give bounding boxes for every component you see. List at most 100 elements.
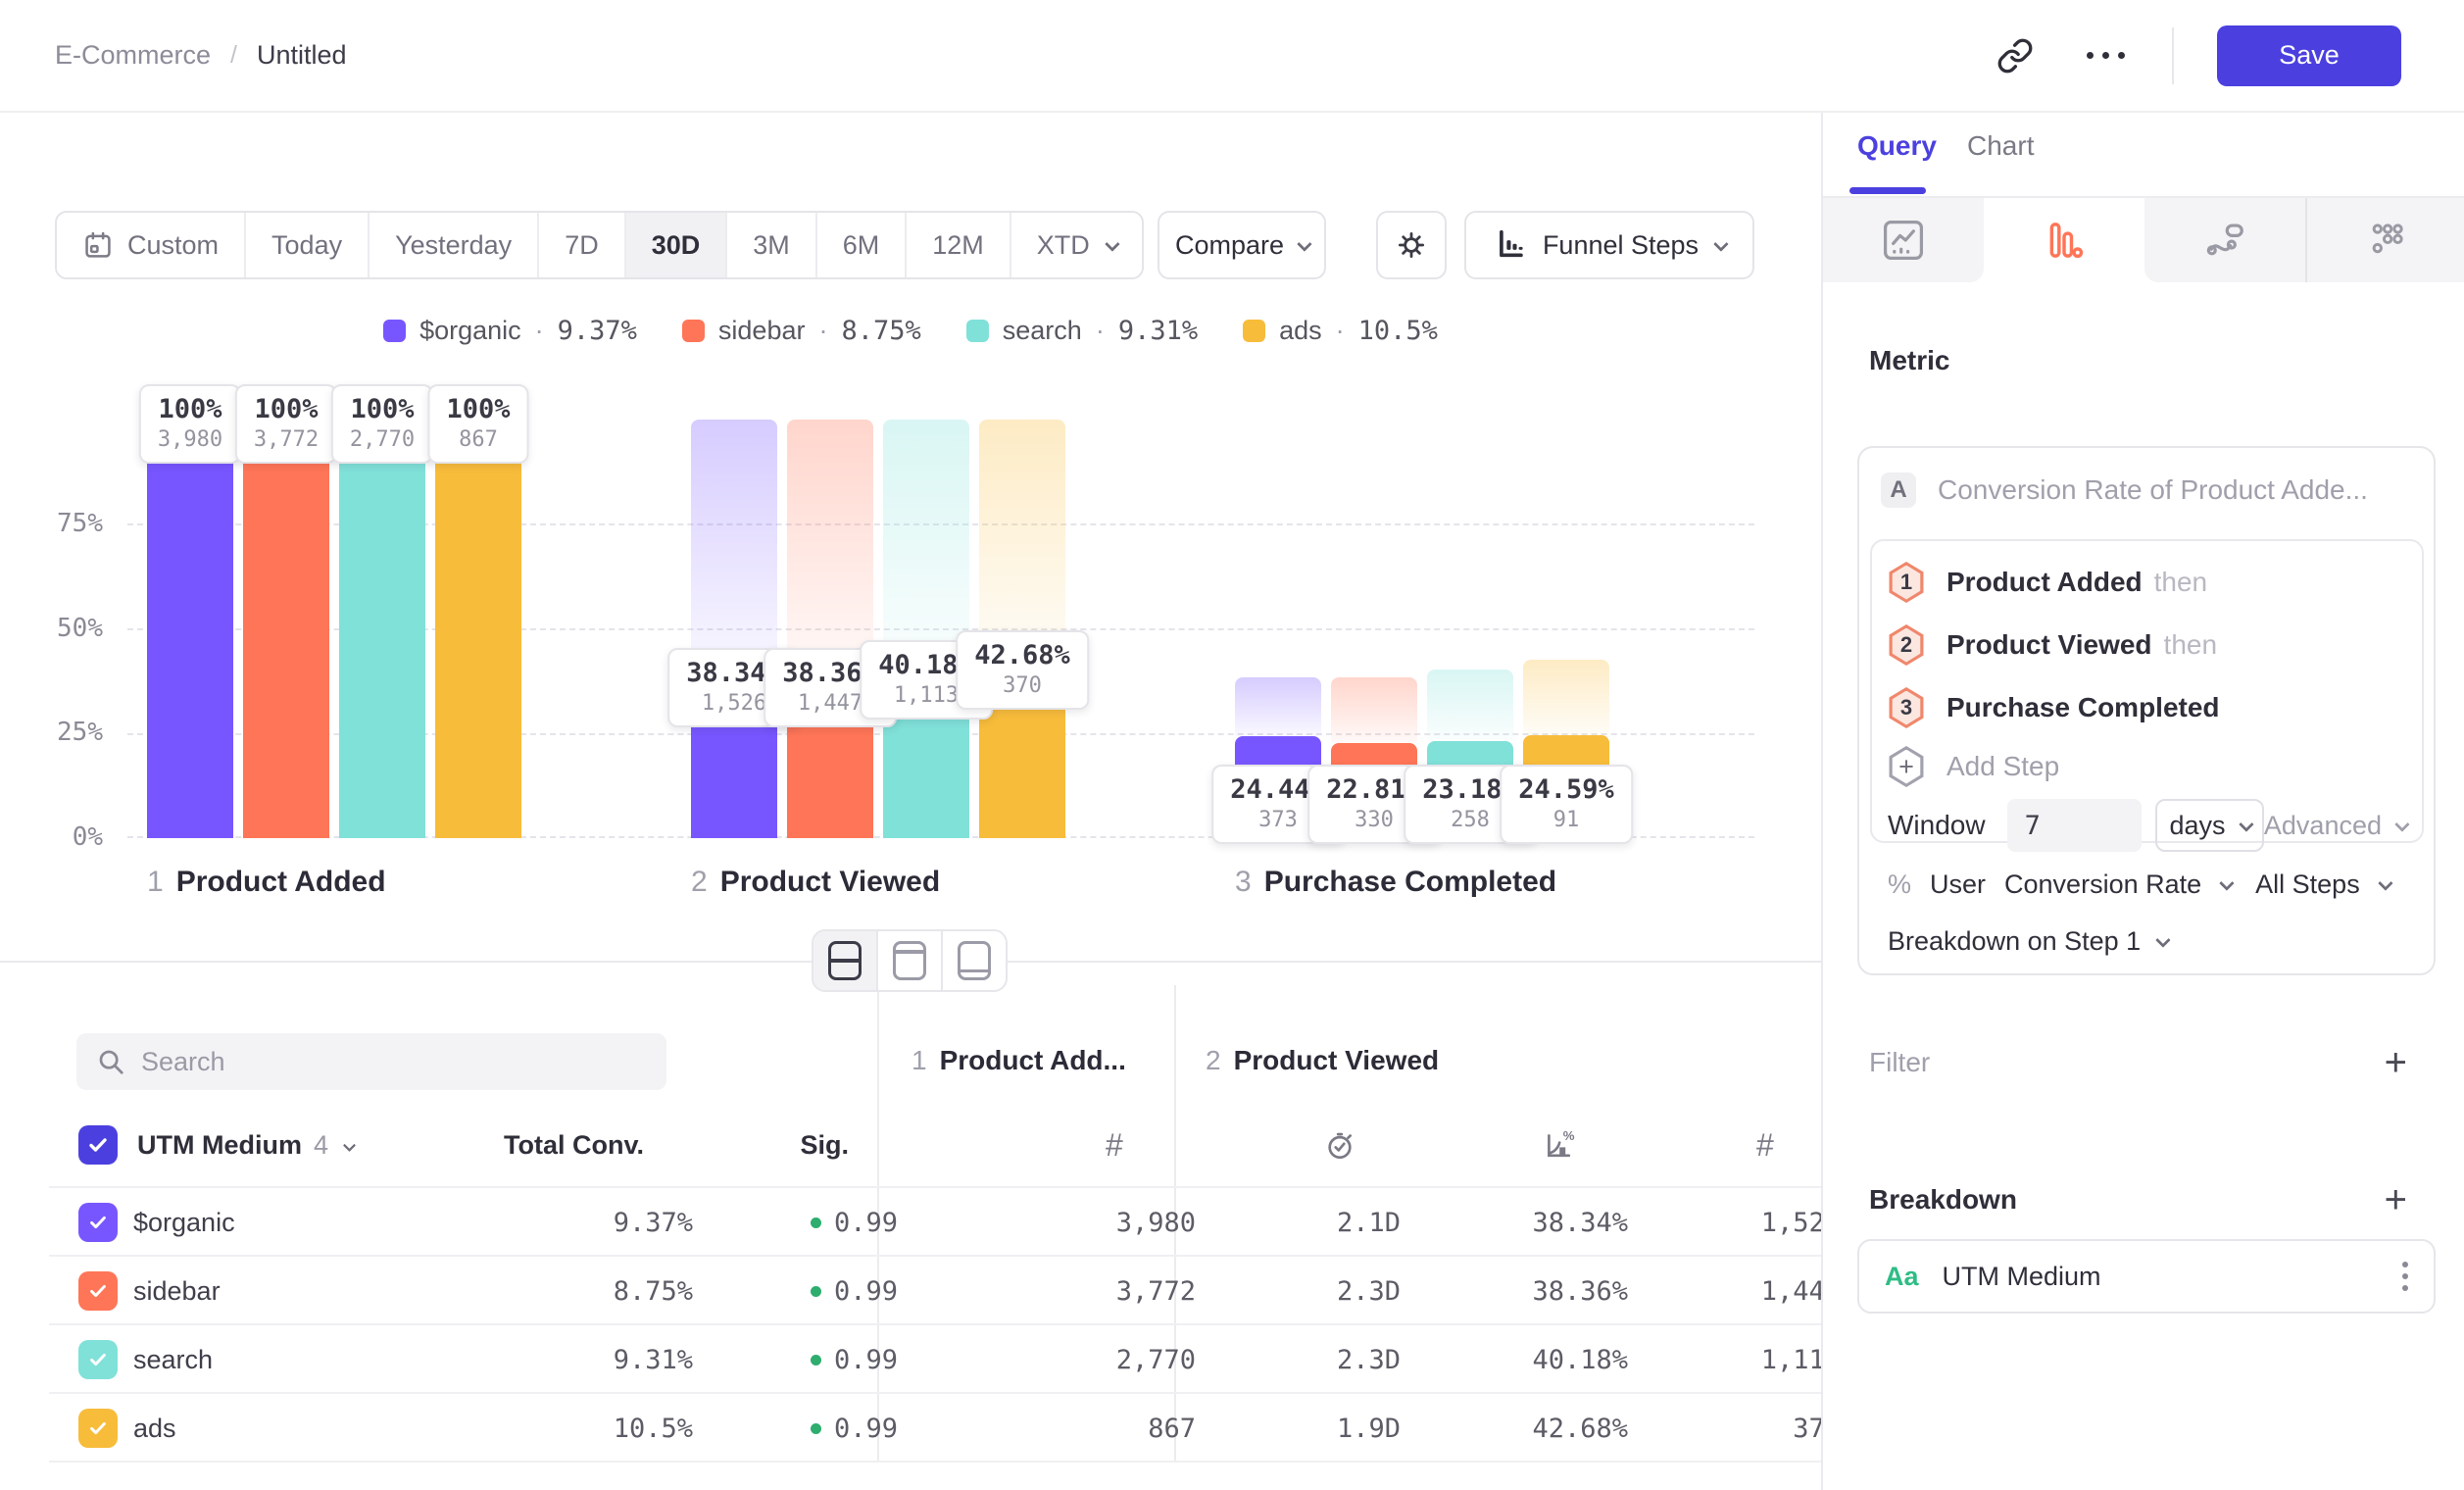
range-30d-selected[interactable]: 30D xyxy=(624,213,726,277)
layout-table-focus-button[interactable] xyxy=(941,931,1006,990)
funnel-chart-plot: 100%3,980 100%3,772 100%2,770 100%867 38… xyxy=(127,420,1754,838)
chart-settings-button[interactable] xyxy=(1376,211,1447,279)
advanced-toggle[interactable]: Advanced xyxy=(2264,811,2406,841)
table-column-step2[interactable]: 2Product Viewed xyxy=(1206,1045,1439,1076)
sig-header[interactable]: Sig. xyxy=(741,1118,849,1172)
row-checkbox[interactable] xyxy=(78,1203,118,1242)
funnel-bar[interactable]: 100%3,980 xyxy=(147,420,233,838)
share-link-button[interactable] xyxy=(1992,32,2039,79)
legend-item-sidebar[interactable]: sidebar·8.75% xyxy=(682,316,921,346)
step-number-badge: 3 xyxy=(1888,687,1925,728)
step-row-3[interactable]: 3 Purchase Completed xyxy=(1888,676,2422,739)
funnel-bar[interactable]: 38.34%1,526 xyxy=(691,420,777,838)
measure-type-dropdown[interactable]: Conversion Rate xyxy=(2004,869,2201,900)
add-breakdown-button[interactable]: + xyxy=(2385,1180,2407,1219)
save-button[interactable]: Save xyxy=(2217,25,2401,86)
range-6m[interactable]: 6M xyxy=(815,213,906,277)
chevron-down-icon xyxy=(2394,817,2410,832)
row-checkbox[interactable] xyxy=(78,1340,118,1379)
tab-insights-chart[interactable] xyxy=(1823,198,1984,282)
kebab-menu-icon[interactable] xyxy=(2402,1262,2408,1291)
chevron-down-icon xyxy=(1297,236,1312,252)
table-row-ads[interactable]: ads 10.5% 0.99 867 1.9D 42.68% 370 xyxy=(49,1394,1821,1463)
row-checkbox[interactable] xyxy=(78,1271,118,1311)
table-row-search[interactable]: search 9.31% 0.99 2,770 2.3D 40.18% 1,11… xyxy=(49,1325,1821,1394)
funnel-bar[interactable]: 38.36%1,447 xyxy=(787,420,873,838)
step-row-1[interactable]: 1 Product Addedthen xyxy=(1888,551,2422,614)
range-7d[interactable]: 7D xyxy=(537,213,624,277)
metric-card: A Conversion Rate of Product Adde... 1 P… xyxy=(1857,446,2436,975)
filter-section: Filter + xyxy=(1869,1039,2407,1086)
breakdown-section: Breakdown + xyxy=(1869,1176,2407,1223)
legend-item-ads[interactable]: ads·10.5% xyxy=(1243,316,1438,346)
table-row-sidebar[interactable]: sidebar 8.75% 0.99 3,772 2.3D 38.36% 1,4… xyxy=(49,1257,1821,1325)
step-number-badge: 2 xyxy=(1888,624,1925,666)
count-metric-icon: # xyxy=(1106,1118,1123,1172)
chevron-down-icon xyxy=(1105,236,1120,252)
range-today[interactable]: Today xyxy=(244,213,368,277)
chart-type-tabs xyxy=(1823,196,2464,282)
group-by-header[interactable]: UTM Medium 4 xyxy=(137,1118,355,1172)
add-step-button[interactable]: + Add Step xyxy=(1888,739,2422,794)
window-unit-select[interactable]: days xyxy=(2155,799,2264,852)
legend-swatch xyxy=(1243,320,1265,342)
funnel-bar[interactable]: 100%2,770 xyxy=(339,420,425,838)
split-horizontal-icon xyxy=(828,941,862,980)
metric-title-row[interactable]: A Conversion Rate of Product Adde... xyxy=(1881,472,2368,508)
range-12m[interactable]: 12M xyxy=(905,213,1010,277)
funnel-bar[interactable]: 42.68%370 xyxy=(979,420,1065,838)
legend-item-organic[interactable]: $organic·9.37% xyxy=(383,316,637,346)
range-xtd[interactable]: XTD xyxy=(1010,213,1142,277)
breakdown-on-step-dropdown[interactable]: Breakdown on Step 1 xyxy=(1888,926,2167,957)
breadcrumb-project[interactable]: E-Commerce xyxy=(55,40,211,71)
legend-item-search[interactable]: search·9.31% xyxy=(966,316,1198,346)
funnel-bar[interactable]: 40.18%1,113 xyxy=(883,420,969,838)
select-all-checkbox[interactable] xyxy=(78,1125,118,1165)
layout-split-button-selected[interactable] xyxy=(813,931,876,990)
table-rows: $organic 9.37% 0.99 3,980 2.1D 38.34% 1,… xyxy=(49,1186,1821,1463)
y-axis-tick: 0% xyxy=(34,822,103,852)
range-custom[interactable]: Custom xyxy=(57,213,244,277)
table-row-organic[interactable]: $organic 9.37% 0.99 3,980 2.1D 38.34% 1,… xyxy=(49,1188,1821,1257)
y-axis-tick: 75% xyxy=(34,509,103,538)
row-checkbox[interactable] xyxy=(78,1409,118,1448)
breakdown-property-card[interactable]: Aa UTM Medium xyxy=(1857,1239,2436,1314)
funnel-bar[interactable]: 24.59%91 xyxy=(1523,420,1609,838)
active-tab-underline xyxy=(1849,187,1926,194)
funnel-bar[interactable]: 100%867 xyxy=(435,420,521,838)
total-conv-header[interactable]: Total Conv. xyxy=(428,1118,644,1172)
step-row-2[interactable]: 2 Product Viewedthen xyxy=(1888,614,2422,676)
retention-chart-icon xyxy=(2202,218,2247,263)
tab-retention-chart[interactable] xyxy=(2144,198,2305,282)
chart-view-selector[interactable]: Funnel Steps xyxy=(1464,211,1754,279)
date-range-group: Custom Today Yesterday 7D 30D 3M 6M 12M … xyxy=(55,211,1144,279)
tab-chart[interactable]: Chart xyxy=(1967,130,2034,162)
tab-flows-chart[interactable] xyxy=(2305,198,2464,282)
search-icon xyxy=(96,1047,125,1076)
step-axis-label-1: 1Product Added xyxy=(147,866,386,899)
ellipsis-icon xyxy=(2087,52,2125,59)
more-menu-button[interactable] xyxy=(2082,32,2129,79)
layout-chart-only-button[interactable] xyxy=(876,931,941,990)
flows-chart-icon xyxy=(2364,218,2409,263)
counting-method-dropdown[interactable]: User xyxy=(1930,869,1986,900)
add-filter-button[interactable]: + xyxy=(2385,1043,2407,1082)
breadcrumb-report-title[interactable]: Untitled xyxy=(257,40,347,71)
bar-value-card: 100%2,770 xyxy=(331,384,433,464)
tab-query[interactable]: Query xyxy=(1857,130,1937,162)
search-input[interactable] xyxy=(141,1047,612,1077)
compare-button[interactable]: Compare xyxy=(1158,211,1326,279)
legend-swatch xyxy=(966,320,989,342)
significance-dot xyxy=(811,1286,821,1297)
table-column-step1[interactable]: 1Product Add... xyxy=(912,1045,1126,1076)
tab-funnel-chart-selected[interactable] xyxy=(1984,198,2144,282)
metric-section-heading: Metric xyxy=(1869,345,1949,376)
steps-scope-dropdown[interactable]: All Steps xyxy=(2255,869,2360,900)
range-yesterday[interactable]: Yesterday xyxy=(368,213,537,277)
count-metric-icon: # xyxy=(1756,1118,1774,1172)
range-3m[interactable]: 3M xyxy=(725,213,815,277)
window-value-input[interactable]: 7 xyxy=(2007,799,2143,852)
table-search[interactable] xyxy=(76,1033,666,1090)
funnel-bar[interactable]: 100%3,772 xyxy=(243,420,329,838)
chevron-down-icon xyxy=(2239,817,2254,832)
